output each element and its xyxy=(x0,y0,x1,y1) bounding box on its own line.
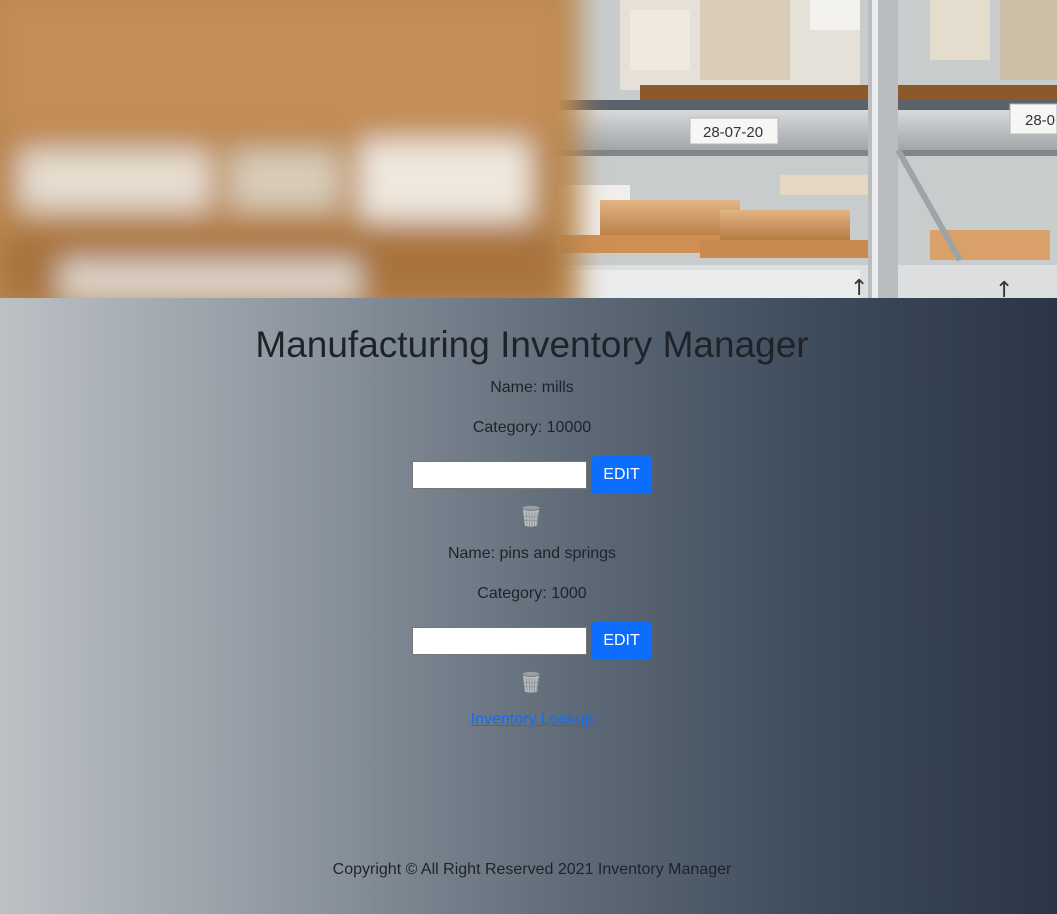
item-name: Name: mills xyxy=(490,379,574,396)
edit-row: EDIT xyxy=(412,456,652,494)
trash-icon[interactable] xyxy=(520,670,542,694)
item-category: Category: 1000 xyxy=(477,585,587,602)
page-title: Manufacturing Inventory Manager xyxy=(255,324,809,365)
item-category: Category: 10000 xyxy=(472,419,592,436)
warehouse-image: 28-07-20 28-0 ↑ ↑ ↑ xyxy=(0,0,1057,298)
hero-banner: 28-07-20 28-0 ↑ ↑ ↑ xyxy=(0,0,1057,298)
main-content: Manufacturing Inventory Manager Name: mi… xyxy=(0,298,1057,914)
inventory-lookup-link[interactable]: Inventory Lookup xyxy=(471,711,594,728)
edit-input[interactable] xyxy=(412,627,587,655)
edit-button[interactable]: EDIT xyxy=(591,622,652,660)
footer-copyright: Copyright © All Right Reserved 2021 Inve… xyxy=(332,861,732,878)
svg-text:↑: ↑ xyxy=(850,276,868,298)
item-name: Name: pins and springs xyxy=(447,545,617,562)
svg-text:28-0: 28-0 xyxy=(1025,112,1055,129)
edit-row: EDIT xyxy=(412,622,652,660)
shelf-label: 28-07-20 xyxy=(703,124,763,141)
edit-button[interactable]: EDIT xyxy=(591,456,652,494)
trash-icon[interactable] xyxy=(520,504,542,528)
lookup-link-wrapper: Inventory Lookup xyxy=(0,711,1057,729)
edit-input[interactable] xyxy=(412,461,587,489)
svg-text:↑: ↑ xyxy=(995,278,1013,298)
